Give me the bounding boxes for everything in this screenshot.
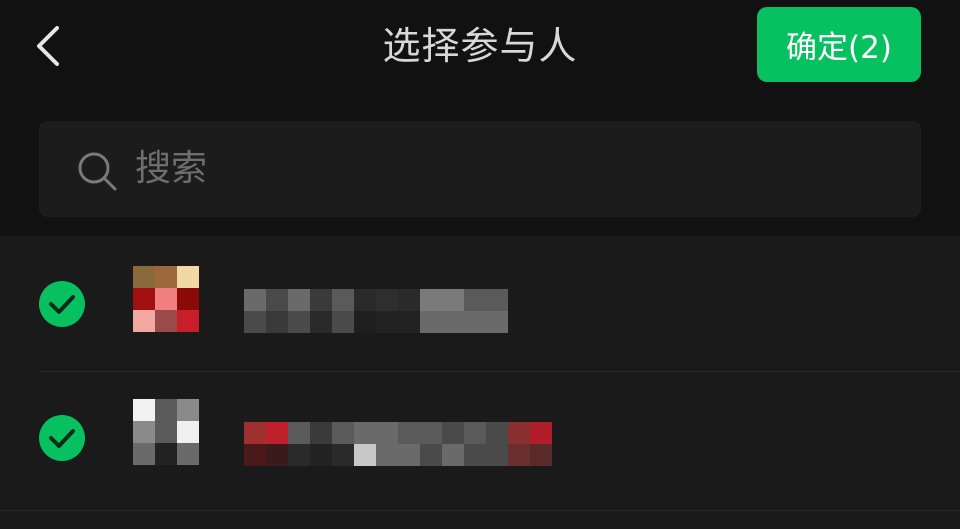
name-mosaic-pixel xyxy=(354,444,376,466)
name-mosaic-pixel xyxy=(266,444,288,466)
name-mosaic-pixel xyxy=(310,422,332,444)
name-mosaic-pixel xyxy=(376,444,398,466)
avatar-pixel xyxy=(133,399,155,421)
name-mosaic-pixel xyxy=(332,422,354,444)
checkmark-circle-icon[interactable] xyxy=(38,414,86,462)
avatar-pixel xyxy=(155,288,177,310)
name-mosaic-pixel xyxy=(420,311,442,333)
name-mosaic-pixel xyxy=(354,422,376,444)
name-mosaic-pixel xyxy=(508,444,530,466)
checkmark-circle-icon[interactable] xyxy=(38,280,86,328)
name-mosaic-pixel xyxy=(420,422,442,444)
participant-list xyxy=(0,236,960,529)
name-mosaic-pixel xyxy=(244,311,266,333)
avatar xyxy=(133,399,199,465)
participant-name xyxy=(244,422,552,466)
name-mosaic-pixel xyxy=(398,422,420,444)
name-mosaic-pixel xyxy=(442,289,464,311)
name-mosaic-pixel xyxy=(310,311,332,333)
avatar-pixel xyxy=(133,310,155,332)
avatar-pixel xyxy=(155,310,177,332)
avatar-pixel xyxy=(177,421,199,443)
name-mosaic-pixel xyxy=(508,422,530,444)
avatar-pixel xyxy=(155,443,177,465)
name-mosaic-pixel xyxy=(464,289,486,311)
search-icon xyxy=(78,152,117,191)
avatar-pixel xyxy=(155,399,177,421)
avatar-pixel xyxy=(155,421,177,443)
top-bar: 选择参与人 确定(2) xyxy=(0,0,960,92)
select-participants-screen: 选择参与人 确定(2) 搜索 xyxy=(0,0,960,529)
participant-name xyxy=(244,289,508,333)
name-mosaic-pixel xyxy=(442,311,464,333)
avatar-pixel xyxy=(177,288,199,310)
name-mosaic-pixel xyxy=(288,444,310,466)
search-placeholder: 搜索 xyxy=(135,148,208,189)
name-mosaic-pixel xyxy=(398,311,420,333)
name-mosaic-pixel xyxy=(332,311,354,333)
name-mosaic-pixel xyxy=(530,422,552,444)
avatar-pixel xyxy=(133,288,155,310)
divider xyxy=(0,510,960,511)
name-mosaic-pixel xyxy=(288,422,310,444)
name-mosaic-pixel xyxy=(332,444,354,466)
name-mosaic-pixel xyxy=(376,289,398,311)
avatar-pixel xyxy=(155,266,177,288)
avatar-pixel xyxy=(133,443,155,465)
name-mosaic-pixel xyxy=(486,289,508,311)
name-mosaic-pixel xyxy=(266,289,288,311)
name-mosaic-pixel xyxy=(376,422,398,444)
confirm-button[interactable]: 确定(2) xyxy=(757,7,921,82)
list-item[interactable] xyxy=(0,371,960,506)
avatar-pixel xyxy=(177,399,199,421)
name-mosaic-pixel xyxy=(288,289,310,311)
avatar-pixel xyxy=(177,310,199,332)
name-mosaic-pixel xyxy=(398,444,420,466)
name-mosaic-pixel xyxy=(266,422,288,444)
name-mosaic-pixel xyxy=(464,422,486,444)
name-mosaic-pixel xyxy=(464,444,486,466)
name-mosaic-pixel xyxy=(354,289,376,311)
name-mosaic-pixel xyxy=(420,289,442,311)
avatar-pixel xyxy=(177,443,199,465)
name-mosaic-pixel xyxy=(310,444,332,466)
name-mosaic-pixel xyxy=(354,311,376,333)
name-mosaic-pixel xyxy=(486,422,508,444)
name-mosaic-pixel xyxy=(486,444,508,466)
name-mosaic-pixel xyxy=(398,289,420,311)
name-mosaic-pixel xyxy=(376,311,398,333)
avatar-pixel xyxy=(133,421,155,443)
name-mosaic-pixel xyxy=(244,289,266,311)
name-mosaic-pixel xyxy=(244,444,266,466)
name-mosaic-pixel xyxy=(442,444,464,466)
avatar-pixel xyxy=(177,266,199,288)
name-mosaic-pixel xyxy=(288,311,310,333)
name-mosaic-pixel xyxy=(332,289,354,311)
name-mosaic-pixel xyxy=(266,311,288,333)
name-mosaic-pixel xyxy=(530,444,552,466)
name-mosaic-pixel xyxy=(310,289,332,311)
name-mosaic-pixel xyxy=(464,311,486,333)
search-input[interactable]: 搜索 xyxy=(39,121,921,217)
avatar-pixel xyxy=(133,266,155,288)
avatar xyxy=(133,266,199,332)
name-mosaic-pixel xyxy=(486,311,508,333)
list-item[interactable] xyxy=(0,236,960,371)
name-mosaic-pixel xyxy=(244,422,266,444)
name-mosaic-pixel xyxy=(420,444,442,466)
name-mosaic-pixel xyxy=(442,422,464,444)
